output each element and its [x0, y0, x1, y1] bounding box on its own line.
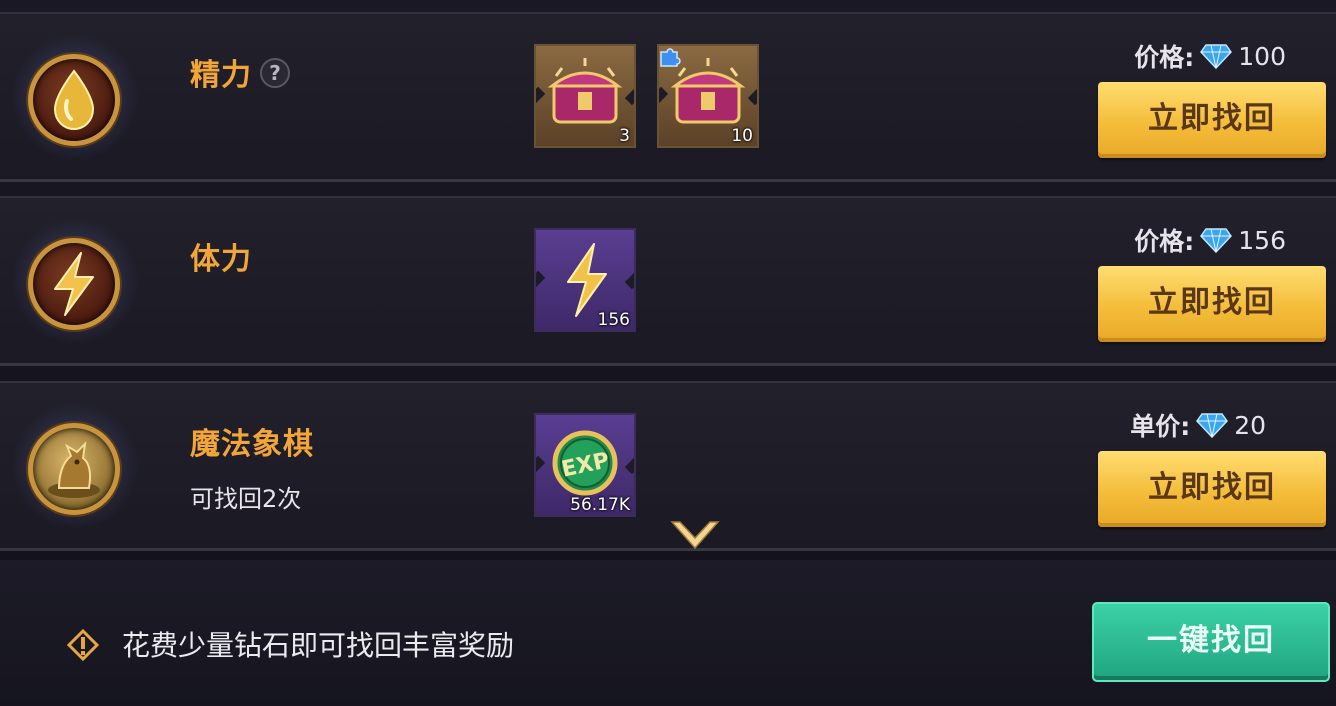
recover-now-button[interactable]: 立即找回 — [1098, 82, 1326, 158]
item-quantity: 10 — [731, 126, 753, 146]
puzzle-piece-icon — [660, 48, 681, 67]
help-icon[interactable]: ? — [260, 58, 290, 88]
recover-all-button[interactable]: 一键找回 — [1092, 602, 1330, 682]
row-title: 体力 — [190, 242, 252, 277]
diamond-icon — [1200, 228, 1233, 253]
energy-icon-wrap — [12, 32, 138, 162]
price-value: 20 — [1234, 410, 1266, 440]
recovery-row-stamina: 体力 156 价格: 156 立即找回 — [0, 196, 1336, 366]
item-quantity: 56.17K — [570, 495, 630, 515]
reward-item-exp[interactable]: EXP 56.17K — [534, 413, 636, 517]
recover-now-button[interactable]: 立即找回 — [1098, 266, 1326, 342]
chevron-down-icon[interactable] — [668, 516, 722, 556]
price-label: 价格: — [1134, 227, 1195, 256]
reward-item-chest[interactable]: 3 — [534, 44, 636, 148]
reward-item-stamina[interactable]: 156 — [534, 228, 636, 332]
lightning-icon — [28, 238, 120, 330]
price-display: 单价: 20 — [1130, 407, 1266, 443]
diamond-icon — [1196, 413, 1229, 438]
recover-now-button[interactable]: 立即找回 — [1098, 451, 1326, 527]
row-title: 魔法象棋 — [190, 427, 314, 462]
row-title: 精力 — [190, 58, 252, 93]
recover-count-text: 可找回2次 — [190, 485, 302, 513]
item-quantity: 156 — [597, 310, 630, 330]
magic-chess-icon-wrap — [12, 401, 138, 531]
price-value: 100 — [1238, 41, 1286, 71]
stamina-icon-wrap — [12, 216, 138, 346]
price-display: 价格: 100 — [1134, 38, 1286, 74]
footer-tip-text: 花费少量钻石即可找回丰富奖励 — [122, 629, 515, 662]
item-quantity: 3 — [619, 126, 630, 146]
energy-drop-icon — [28, 54, 120, 146]
price-value: 156 — [1238, 225, 1286, 255]
tip-icon — [66, 628, 100, 662]
price-label: 价格: — [1134, 43, 1195, 72]
price-label: 单价: — [1130, 412, 1191, 441]
price-display: 价格: 156 — [1134, 222, 1286, 258]
recovery-row-energy: 精力 ? 3 10 价格: 100 立即找回 — [0, 12, 1336, 182]
diamond-icon — [1200, 44, 1233, 69]
dragon-chess-icon — [28, 423, 120, 515]
reward-item-chest[interactable]: 10 — [657, 44, 759, 148]
